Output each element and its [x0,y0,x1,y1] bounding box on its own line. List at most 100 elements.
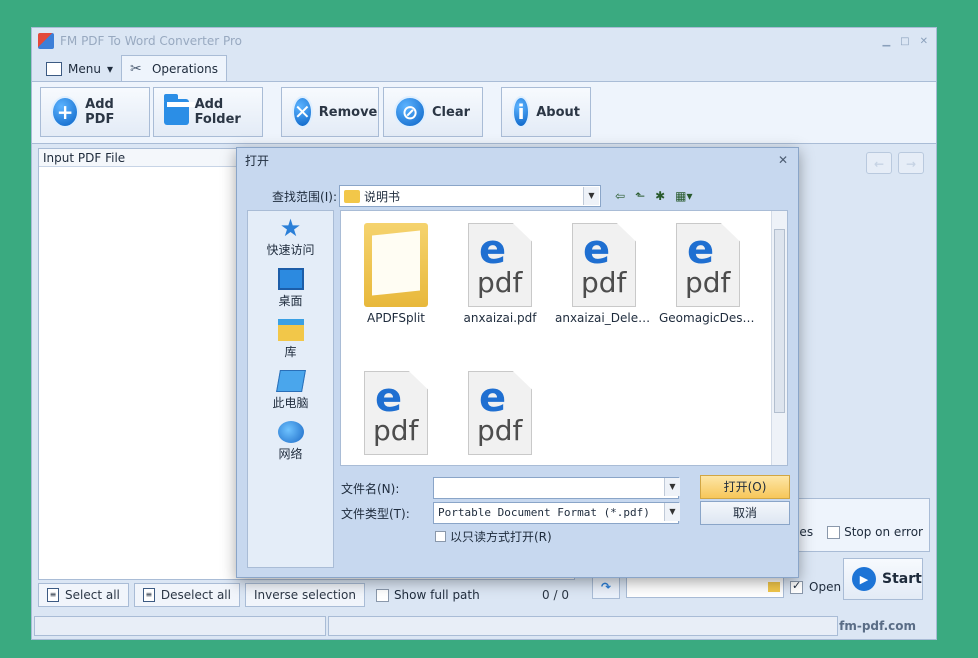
select-all-label: Select all [65,588,120,602]
place-label: 网络 [278,447,303,461]
file-name-input[interactable] [433,477,679,499]
stop-on-error-option[interactable]: Stop on error [827,525,923,539]
pdf-file-icon: e pdf [468,223,532,307]
deselect-all-icon: ≡ [142,588,155,602]
look-in-tools: ⇦ ⬑ ✱ ▦▾ [615,189,693,203]
folder-icon [164,94,195,125]
about-label: About [536,104,580,120]
stop-on-error-label: Stop on error [844,525,923,539]
cancel-button[interactable]: 取消 [700,501,790,525]
look-in-row: 查找范围(I): 说明书 ▼ ⇦ ⬑ ✱ ▦▾ [237,184,798,208]
desktop-icon [277,268,304,290]
chevron-down-icon[interactable]: ▼ [583,187,599,205]
pdf-file-icon: e pdf [676,223,740,307]
file-type-select[interactable]: Portable Document Format (*.pdf) [433,502,679,524]
place-this-pc[interactable]: 此电脑 [248,364,333,415]
inverse-selection-button[interactable]: Inverse selection [244,583,365,607]
show-full-path-label: Show full path [393,588,480,602]
ribbon-toolbar: + Add PDF Add Folder ✕ Remove ⊘ Clear i … [32,82,936,144]
new-folder-icon[interactable]: ✱ [655,189,665,203]
this-pc-icon [275,370,306,392]
file-name-dropdown-icon[interactable]: ▼ [664,478,680,496]
output-redirect-icon[interactable]: ↷ [592,575,620,599]
remove-icon: ✕ [292,96,313,128]
file-item[interactable]: e pdf anxaizai_Delete... [555,223,653,325]
look-in-value: 说明书 [364,189,401,204]
chevron-down-icon: ▾ [106,62,113,76]
tab-operations[interactable]: ✂ Operations [120,55,227,81]
dialog-title: 打开 [245,154,270,168]
plus-icon: + [51,96,80,128]
readonly-label: 以只读方式打开(R) [450,530,552,544]
inverse-selection-label: Inverse selection [253,588,356,602]
add-pdf-label: Add PDF [85,97,115,127]
folder-icon [364,223,428,307]
select-all-icon: ≡ [47,588,59,602]
about-button[interactable]: i About [501,87,591,137]
look-in-combo[interactable]: 说明书 ▼ [339,185,601,207]
readonly-checkbox[interactable] [435,531,446,542]
place-label: 快速访问 [266,243,315,257]
close-icon[interactable]: ✕ [920,36,928,47]
back-icon[interactable]: ← [866,152,892,174]
tab-menu-label: Menu [68,62,101,76]
file-item[interactable]: e pdf anxaizai.pdf [451,223,549,325]
status-bar: fm-pdf.com [32,614,936,638]
forward-icon[interactable]: → [898,152,924,174]
select-all-button[interactable]: ≡ Select all [38,583,129,607]
add-folder-button[interactable]: Add Folder [153,87,263,137]
file-name-label: 文件名(N): [341,481,400,496]
output-folder-field[interactable] [626,576,784,598]
file-type-dropdown-icon[interactable]: ▼ [664,503,680,521]
deselect-all-label: Deselect all [160,588,231,602]
view-menu-icon[interactable]: ▦▾ [675,189,692,203]
place-network[interactable]: 网络 [248,415,333,466]
place-label: 库 [284,345,297,359]
file-list[interactable]: APDFSplit e pdf anxaizai.pdf e pdf anxaiza… [340,210,788,466]
remove-label: Remove [318,104,378,120]
pdf-file-icon: e pdf [572,223,636,307]
file-item[interactable]: APDFSplit [347,223,445,325]
window-controls: ▁ □ ✕ [882,36,928,47]
file-list-scrollbar[interactable] [771,211,787,465]
scrollbar-thumb[interactable] [774,229,785,413]
open-button[interactable]: 打开(O) [700,475,790,499]
open-checkbox[interactable] [790,579,803,594]
remove-button[interactable]: ✕ Remove [281,87,379,137]
library-icon [277,319,304,341]
clear-icon: ⊘ [394,96,426,128]
stop-on-error-checkbox[interactable] [827,525,841,539]
open-label: Open [809,580,842,594]
file-item[interactable]: e pdf GeomagicDesi... [659,223,757,325]
file-type-label: 文件类型(T): [341,506,410,521]
add-pdf-button[interactable]: + Add PDF [40,87,150,137]
tab-menu[interactable]: Menu ▾ [38,57,121,81]
brand-link[interactable]: fm-pdf.com [839,619,916,633]
file-name: APDFSplit [367,311,425,325]
start-button[interactable]: ▶ Start [843,558,923,600]
readonly-option[interactable]: 以只读方式打开(R) [435,528,552,545]
clear-label: Clear [432,104,470,120]
clear-button[interactable]: ⊘ Clear [383,87,483,137]
menu-icon [46,62,62,76]
place-label: 桌面 [278,294,303,308]
dialog-close-icon[interactable]: ✕ [778,153,788,167]
place-library[interactable]: 库 [248,313,333,364]
file-item[interactable]: e pdf [347,371,445,459]
file-item[interactable]: e pdf [451,371,549,459]
place-desktop[interactable]: 桌面 [248,262,333,313]
up-folder-icon[interactable]: ⬑ [635,189,645,203]
show-full-path-checkbox[interactable] [375,588,389,602]
status-cell-left [34,616,326,636]
place-label: 此电脑 [272,396,309,410]
minimize-icon[interactable]: ▁ [882,36,890,47]
network-icon [277,421,304,443]
maximize-icon[interactable]: □ [900,36,909,47]
back-icon[interactable]: ⇦ [615,189,625,203]
file-name: GeomagicDesi... [659,311,757,325]
place-quick-access[interactable]: ★ 快速访问 [248,211,333,262]
deselect-all-button[interactable]: ≡ Deselect all [133,583,240,607]
window-title: FM PDF To Word Converter Pro [60,34,242,48]
file-count: 0 / 0 [542,588,569,602]
info-icon: i [512,96,531,128]
